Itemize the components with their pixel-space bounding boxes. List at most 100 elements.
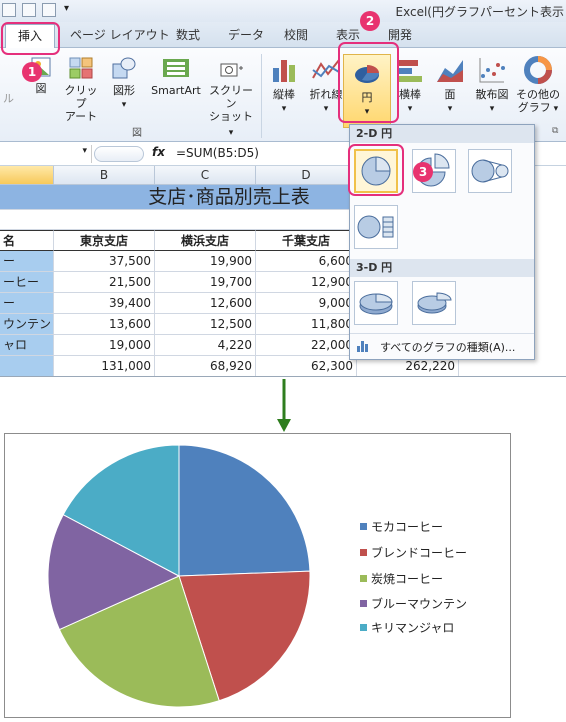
- other-charts-button[interactable]: その他の グラフ ▾: [514, 56, 562, 116]
- legend-item-mocha: モカコーヒー: [360, 518, 443, 535]
- area-chart-button[interactable]: 面 ▾: [434, 56, 466, 116]
- table-cell[interactable]: 19,900: [155, 251, 256, 272]
- shapes-icon: [112, 57, 136, 79]
- name-box[interactable]: ▾: [0, 145, 92, 163]
- header-yokohama[interactable]: 横浜支店: [155, 230, 256, 251]
- row-name[interactable]: ウンテン: [0, 314, 54, 335]
- pie-of-pie-option[interactable]: [468, 149, 512, 193]
- legend-item-bluemountain: ブルーマウンテン: [360, 595, 467, 612]
- line-chart-icon: [312, 59, 340, 79]
- total-chiba[interactable]: 62,300: [256, 356, 357, 376]
- table-cell[interactable]: 12,900: [256, 272, 357, 293]
- total-yokohama[interactable]: 68,920: [155, 356, 256, 376]
- table-cell[interactable]: 21,500: [54, 272, 155, 293]
- pie-3d-icon: [359, 293, 393, 315]
- smartart-button[interactable]: SmartArt: [148, 56, 204, 97]
- column-chart-button[interactable]: 縦棒 ▾: [266, 56, 302, 116]
- table-cell[interactable]: 12,500: [155, 314, 256, 335]
- table-cell[interactable]: 11,800: [256, 314, 357, 335]
- tab-review[interactable]: 校閲: [284, 26, 308, 43]
- title-bar: ▾ Excel(円グラフパーセント表示: [0, 0, 566, 22]
- legend-swatch: [360, 624, 367, 631]
- clipart-button[interactable]: クリップ アート: [60, 56, 102, 123]
- exploded-pie-3d-option[interactable]: [412, 281, 456, 325]
- tab-page-layout[interactable]: ページ レイアウト: [70, 26, 170, 43]
- table-cell[interactable]: 19,700: [155, 272, 256, 293]
- tab-data[interactable]: データ: [228, 26, 264, 43]
- area-chart-icon: [437, 60, 463, 82]
- column-header-a[interactable]: [0, 166, 54, 185]
- pie-of-pie-icon: [471, 159, 509, 183]
- smartart-icon: [163, 59, 189, 77]
- column-header-b[interactable]: B: [54, 166, 155, 185]
- formula-bar-resizer[interactable]: [94, 146, 144, 162]
- legend-swatch: [360, 549, 367, 556]
- doughnut-chart-icon: [524, 56, 552, 84]
- exploded-pie-3d-icon: [417, 292, 452, 314]
- pie-slice-0[interactable]: [178, 444, 311, 577]
- row-name[interactable]: ーヒー: [0, 272, 54, 293]
- table-cell[interactable]: 12,600: [155, 293, 256, 314]
- ribbon-partial-label: ル: [3, 92, 14, 105]
- scatter-chart-button[interactable]: 散布図 ▾: [472, 56, 512, 116]
- scatter-chart-icon: [479, 58, 505, 83]
- table-cell[interactable]: 9,000: [256, 293, 357, 314]
- legend-item-charcoal: 炭焼コーヒー: [360, 570, 443, 587]
- group-divider: [261, 54, 262, 138]
- formula-input[interactable]: =SUM(B5:D5): [176, 146, 259, 160]
- qa-dropdown-icon[interactable]: ▾: [64, 3, 69, 14]
- pie-chart[interactable]: モカコーヒー ブレンドコーヒー 炭焼コーヒー ブルーマウンテン キリマンジャロ: [4, 433, 511, 718]
- column-header-d[interactable]: D: [256, 166, 357, 185]
- header-chiba[interactable]: 千葉支店: [256, 230, 357, 251]
- step-badge-2: 2: [360, 11, 380, 31]
- tab-view[interactable]: 表示: [336, 26, 360, 43]
- pie-chart-plot: [47, 444, 311, 708]
- all-chart-types-item[interactable]: すべてのグラフの種類(A)...: [350, 333, 534, 357]
- table-cell[interactable]: 13,600: [54, 314, 155, 335]
- step-badge-1: 1: [22, 62, 42, 82]
- total-tokyo[interactable]: 131,000: [54, 356, 155, 376]
- column-header-c[interactable]: C: [155, 166, 256, 185]
- row-name[interactable]: ー: [0, 293, 54, 314]
- bar-of-pie-option[interactable]: [354, 205, 398, 249]
- clipart-icon: [69, 57, 93, 79]
- header-name[interactable]: 名: [0, 230, 54, 251]
- name-box-dropdown-icon: ▾: [82, 146, 87, 156]
- bar-chart-icon: [398, 60, 422, 82]
- table-cell[interactable]: 39,400: [54, 293, 155, 314]
- section-3d-pie: 3-D 円: [350, 259, 534, 277]
- total-row-label[interactable]: [0, 356, 54, 376]
- insert-function-icon[interactable]: fx: [152, 145, 165, 159]
- table-cell[interactable]: 19,000: [54, 335, 155, 356]
- table-cell[interactable]: 37,500: [54, 251, 155, 272]
- column-chart-icon: [273, 60, 295, 82]
- shapes-button[interactable]: 図形 ▾: [108, 56, 140, 112]
- step-badge-3: 3: [413, 162, 433, 182]
- print-preview-icon[interactable]: [22, 3, 36, 17]
- all-chart-types-label: すべてのグラフの種類(A)...: [380, 341, 516, 354]
- tab-formulas[interactable]: 数式: [176, 26, 200, 43]
- highlight-pie-2d-option: [348, 144, 404, 196]
- bar-of-pie-icon: [357, 215, 394, 239]
- legend-swatch: [360, 600, 367, 607]
- table-cell[interactable]: 22,000: [256, 335, 357, 356]
- legend-swatch: [360, 523, 367, 530]
- table-cell[interactable]: 4,220: [155, 335, 256, 356]
- legend-item-kilimanjaro: キリマンジャロ: [360, 619, 454, 636]
- row-name[interactable]: ー: [0, 251, 54, 272]
- screenshot-button[interactable]: スクリーン ショット ▾: [206, 56, 256, 140]
- group-expand-icon[interactable]: ⧉: [552, 126, 558, 136]
- illustrations-group-label: 図: [132, 128, 142, 139]
- all-charts-icon: [357, 341, 368, 352]
- form-icon[interactable]: [42, 3, 56, 17]
- save-icon[interactable]: [2, 3, 16, 17]
- header-tokyo[interactable]: 東京支店: [54, 230, 155, 251]
- highlight-insert-tab: [1, 22, 60, 55]
- row-name[interactable]: ャロ: [0, 335, 54, 356]
- pie-3d-option[interactable]: [354, 281, 398, 325]
- camera-icon: [220, 63, 243, 77]
- section-2d-pie: 2-D 円: [350, 125, 534, 143]
- down-arrow-icon: [277, 379, 291, 432]
- table-cell[interactable]: 6,600: [256, 251, 357, 272]
- tab-developer[interactable]: 開発: [388, 26, 412, 43]
